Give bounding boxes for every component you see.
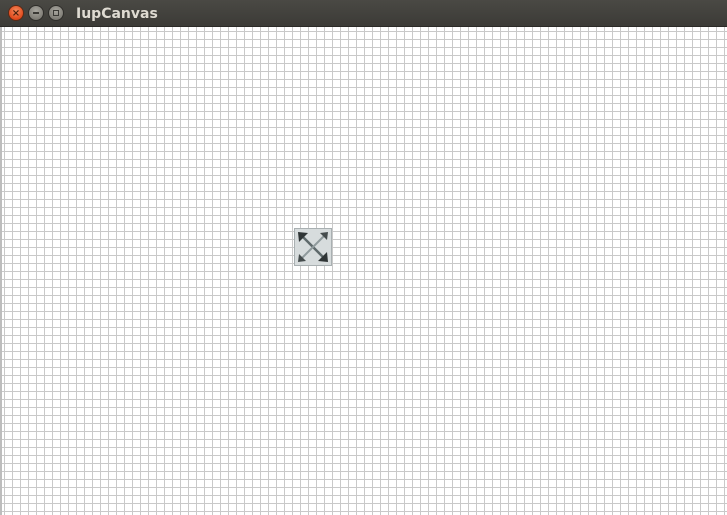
iup-canvas[interactable] <box>0 27 727 515</box>
maximize-button[interactable] <box>48 5 64 21</box>
app-window: × IupCanvas <box>0 0 727 515</box>
minimize-button[interactable] <box>28 5 44 21</box>
window-title: IupCanvas <box>76 6 158 22</box>
canvas-left-border <box>0 27 2 515</box>
maximize-icon <box>53 10 59 16</box>
resize-arrows-icon <box>294 228 332 266</box>
close-button[interactable]: × <box>8 5 24 21</box>
minimize-icon <box>33 12 39 14</box>
resize-arrows-svg <box>298 232 328 262</box>
close-icon: × <box>11 8 21 19</box>
title-bar[interactable]: × IupCanvas <box>0 0 727 27</box>
